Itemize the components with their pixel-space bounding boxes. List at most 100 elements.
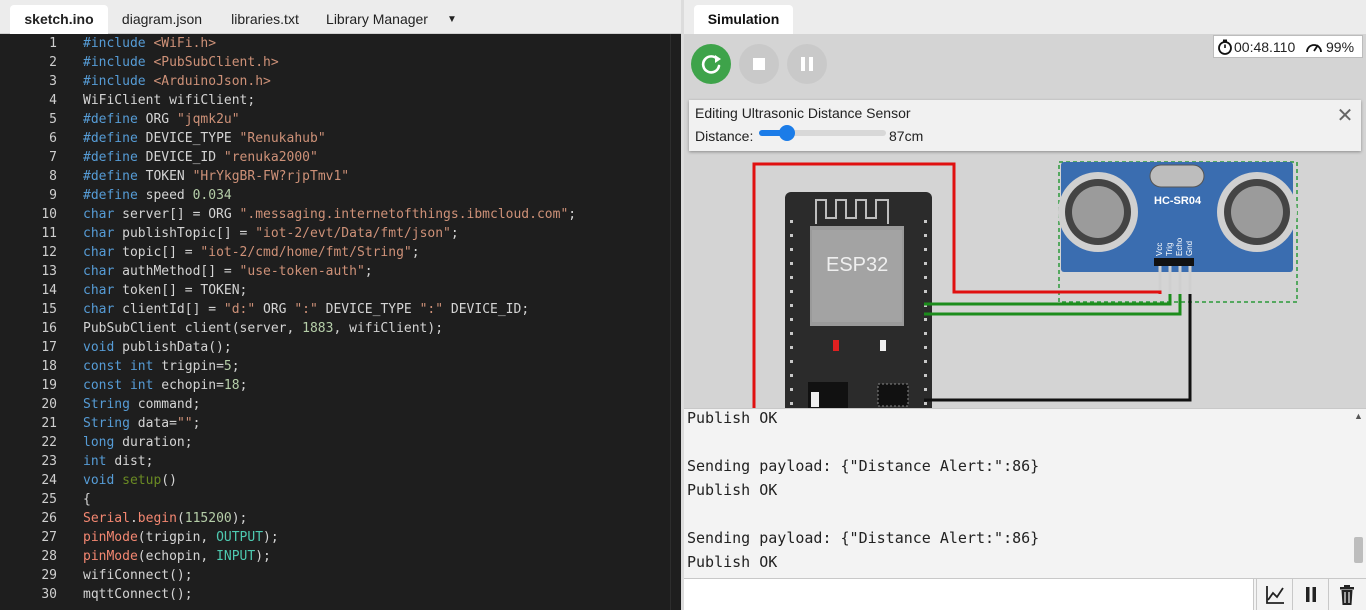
close-icon[interactable]: ✕ (1335, 106, 1355, 126)
serial-line: Sending payload: {"Distance Alert:":86} (687, 529, 1040, 547)
code-token: echopin= (161, 378, 224, 393)
stop-icon (753, 58, 765, 70)
line-number: 30 (41, 587, 57, 602)
code-line[interactable]: 2 #include <PubSubClient.h> (0, 53, 670, 72)
code-token: "HrYkgBR-FW?rjpTmv1" (192, 169, 350, 184)
line-code: char publishTopic[] = "iot-2/evt/Data/fm… (83, 224, 459, 243)
code-token: clientId[] = (122, 302, 224, 317)
code-line[interactable]: 21 String data=""; (0, 414, 670, 433)
line-number: 11 (41, 226, 57, 241)
tab-sketch-ino[interactable]: sketch.ino (10, 5, 108, 34)
code-line[interactable]: 8 #define TOKEN "HrYkgBR-FW?rjpTmv1" (0, 167, 670, 186)
line-code: String command; (83, 395, 200, 414)
pin-label-vcc: Vcc (1155, 243, 1164, 256)
code-line[interactable]: 14 char token[] = TOKEN; (0, 281, 670, 300)
clear-button[interactable] (1328, 579, 1364, 610)
tab-library-manager[interactable]: Library Manager (318, 5, 436, 34)
code-token: publishData(); (122, 340, 232, 355)
code-line[interactable]: 18 const int trigpin=5; (0, 357, 670, 376)
restart-button[interactable] (691, 44, 731, 84)
code-line[interactable]: 6 #define DEVICE_TYPE "Renukahub" (0, 129, 670, 148)
code-line[interactable]: 27 pinMode(trigpin, OUTPUT); (0, 528, 670, 547)
line-code: const int echopin=18; (83, 376, 247, 395)
distance-slider[interactable] (759, 125, 886, 141)
code-area[interactable]: 1 #include <WiFi.h> 2 #include <PubSubClien… (0, 34, 670, 610)
code-line[interactable]: 5 #define ORG "jqmk2u" (0, 110, 670, 129)
caret-down-icon[interactable]: ▼ (442, 5, 462, 34)
code-token: wifiConnect(); (83, 568, 193, 583)
circuit-diagram[interactable]: ESP32 HC-SR04 Vcc Trig Echo Gnd (684, 152, 1366, 408)
code-line[interactable]: 30 mqttConnect(); (0, 585, 670, 604)
code-line[interactable]: 3 #include <ArduinoJson.h> (0, 72, 670, 91)
stop-button[interactable] (739, 44, 779, 84)
code-token: String (83, 416, 138, 431)
code-token: ; (231, 359, 240, 374)
code-token: 0.034 (192, 188, 232, 203)
code-token: mqttConnect(); (83, 587, 193, 602)
tab-libraries-txt[interactable]: libraries.txt (220, 5, 310, 34)
line-code: void publishData(); (83, 338, 232, 357)
code-line[interactable]: 24 void setup() (0, 471, 670, 490)
code-line[interactable]: 20 String command; (0, 395, 670, 414)
code-line[interactable]: 10 char server[] = ORG ".messaging.intern… (0, 205, 670, 224)
code-line[interactable]: 13 char authMethod[] = "use-token-auth"; (0, 262, 670, 281)
code-line[interactable]: 22 long duration; (0, 433, 670, 452)
code-token: ); (255, 549, 271, 564)
line-code: wifiConnect(); (83, 566, 193, 585)
code-token: ; (411, 245, 420, 260)
part-editor-panel: Editing Ultrasonic Distance Sensor Dista… (689, 100, 1361, 151)
simulation-canvas[interactable]: 00:48.110 99% Editing Ultrasonic Distanc… (684, 34, 1366, 408)
serial-input[interactable] (684, 579, 1254, 610)
code-line[interactable]: 1 #include <WiFi.h> (0, 34, 670, 53)
plotter-button[interactable] (1256, 579, 1292, 610)
serial-pause-button[interactable] (1292, 579, 1328, 610)
distance-slider-thumb[interactable] (778, 125, 795, 141)
serial-toolbar (684, 578, 1366, 610)
code-token: trigpin= (161, 359, 224, 374)
code-line[interactable]: 25 { (0, 490, 670, 509)
serial-line: Publish OK (687, 553, 778, 571)
code-token: { (83, 492, 91, 507)
code-token: "renuka2000" (223, 150, 318, 165)
code-token: data= (137, 416, 177, 431)
code-line[interactable]: 29 wifiConnect(); (0, 566, 670, 585)
code-token: token[] = TOKEN; (122, 283, 248, 298)
line-code: char token[] = TOKEN; (83, 281, 247, 300)
code-line[interactable]: 4 WiFiClient wifiClient; (0, 91, 670, 110)
code-line[interactable]: 9 #define speed 0.034 (0, 186, 670, 205)
hc-sr04-sensor[interactable]: HC-SR04 Vcc Trig Echo Gnd (1058, 161, 1298, 303)
code-line[interactable]: 7 #define DEVICE_ID "renuka2000" (0, 148, 670, 167)
tab-simulation[interactable]: Simulation (694, 5, 793, 34)
code-token: int (83, 454, 115, 469)
editor-scrollbar[interactable] (670, 34, 681, 610)
code-line[interactable]: 17 void publishData(); (0, 338, 670, 357)
code-token: ; (239, 378, 248, 393)
code-line[interactable]: 16 PubSubClient client(server, 1883, wifi… (0, 319, 670, 338)
scroll-up-icon[interactable]: ▲ (1354, 411, 1363, 421)
code-line[interactable]: 12 char topic[] = "iot-2/cmd/home/fmt/Str… (0, 243, 670, 262)
serial-scroll-thumb[interactable] (1354, 537, 1363, 563)
simulation-pane: Simulation 00:48.110 99% Editing Ultraso… (684, 0, 1366, 610)
serial-scrollbar[interactable]: ▲ (1351, 409, 1366, 578)
code-token: <PubSubClient.h> (153, 55, 279, 70)
code-line[interactable]: 23 int dist; (0, 452, 670, 471)
line-code: int dist; (83, 452, 153, 471)
pause-button[interactable] (787, 44, 827, 84)
serial-monitor[interactable]: Publish OK Sending payload: {"Distance A… (684, 408, 1366, 578)
code-line[interactable]: 19 const int echopin=18; (0, 376, 670, 395)
code-line[interactable]: 15 char clientId[] = "d:" ORG ":" DEVICE_… (0, 300, 670, 319)
editor-tabbar: sketch.ino diagram.json libraries.txt Li… (0, 0, 681, 34)
code-line[interactable]: 11 char publishTopic[] = "iot-2/evt/Data/… (0, 224, 670, 243)
code-token: #include (83, 74, 154, 89)
code-token: "iot-2/cmd/home/fmt/String" (200, 245, 412, 260)
esp32-board[interactable]: ESP32 (785, 192, 932, 408)
code-token: DEVICE_ID; (443, 302, 530, 317)
line-number: 6 (49, 131, 57, 146)
tab-diagram-json[interactable]: diagram.json (112, 5, 212, 34)
line-code: String data=""; (83, 414, 200, 433)
line-number: 17 (41, 340, 57, 355)
code-token: INPUT (216, 549, 256, 564)
code-token: <WiFi.h> (153, 36, 217, 51)
code-line[interactable]: 28 pinMode(echopin, INPUT); (0, 547, 670, 566)
code-line[interactable]: 26 Serial.begin(115200); (0, 509, 670, 528)
